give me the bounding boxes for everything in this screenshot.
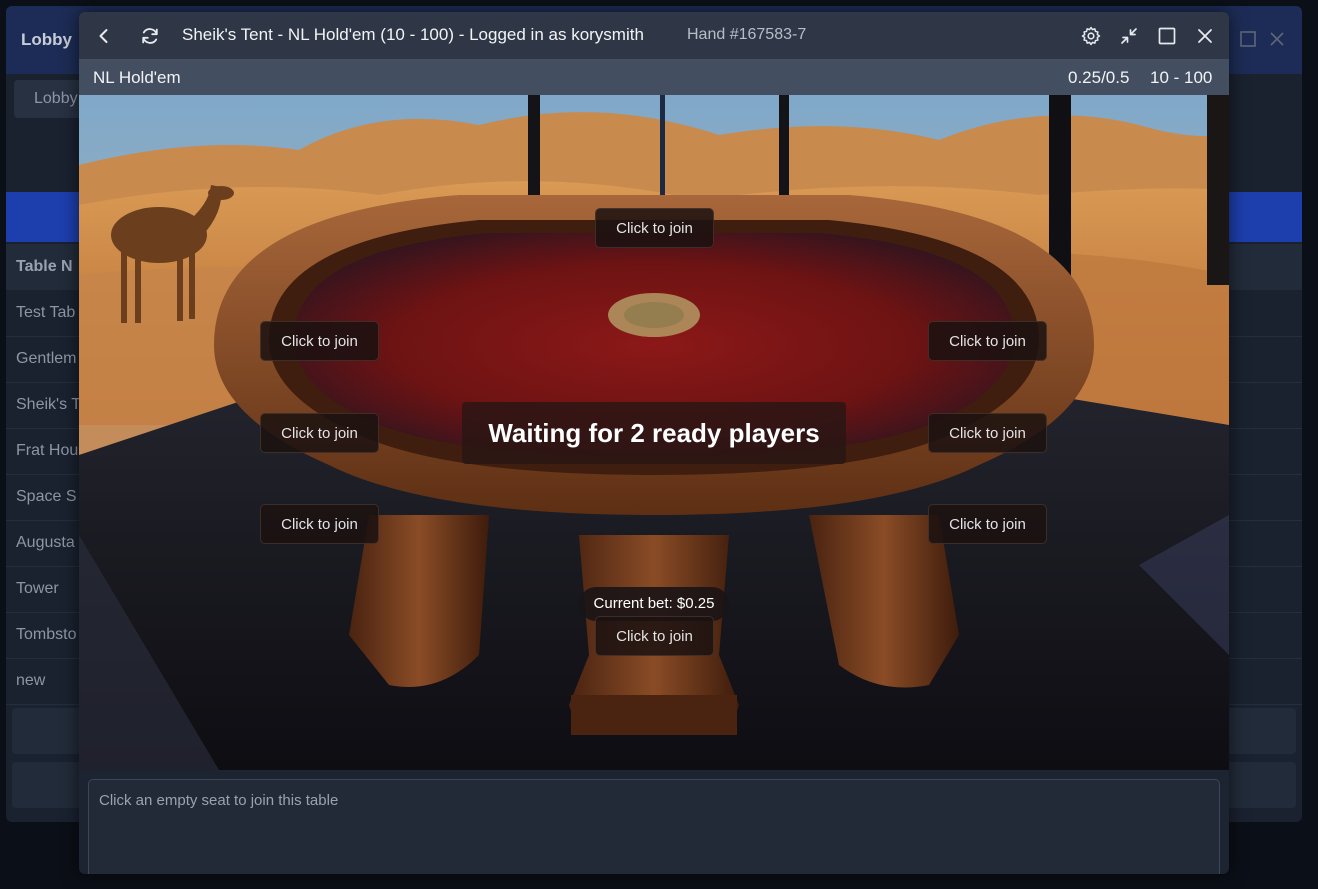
lobby-title: Lobby xyxy=(21,30,72,49)
chat-message-box[interactable]: Click an empty seat to join this table xyxy=(88,779,1220,874)
seat-join-button[interactable]: Click to join xyxy=(260,321,379,361)
table-row-name: Tombsto xyxy=(16,626,77,643)
table-row-name: Augusta xyxy=(16,534,75,551)
seat-join-button[interactable]: Click to join xyxy=(595,208,714,248)
table-row-name: Tower xyxy=(16,580,59,597)
seat-join-button[interactable]: Click to join xyxy=(928,321,1047,361)
table-window: Sheik's Tent - NL Hold'em (10 - 100) - L… xyxy=(79,12,1229,874)
maximize-icon[interactable] xyxy=(1156,25,1178,47)
table-row-name: Space S xyxy=(16,488,77,505)
poker-table-scene: Click to join Click to join Click to joi… xyxy=(79,95,1229,770)
seat-join-button[interactable]: Click to join xyxy=(260,504,379,544)
table-row-name: Gentlem xyxy=(16,350,77,367)
seat-join-button[interactable]: Click to join xyxy=(260,413,379,453)
table-row-name: new xyxy=(16,672,46,689)
refresh-icon[interactable] xyxy=(139,25,161,47)
game-type: NL Hold'em xyxy=(93,68,181,87)
blinds: 0.25/0.5 xyxy=(1068,68,1130,87)
seat-join-button[interactable]: Click to join xyxy=(928,504,1047,544)
collapse-icon[interactable] xyxy=(1118,25,1140,47)
seat-join-button[interactable]: Click to join xyxy=(595,616,714,656)
lobby-close-icon[interactable] xyxy=(1268,30,1286,53)
table-row-name: Sheik's T xyxy=(16,396,82,413)
lobby-maximize-icon[interactable] xyxy=(1239,30,1257,53)
back-icon[interactable] xyxy=(93,25,115,47)
table-row-name: Test Tab xyxy=(16,304,76,321)
table-status-message: Waiting for 2 ready players xyxy=(462,402,846,464)
window-titlebar: Sheik's Tent - NL Hold'em (10 - 100) - L… xyxy=(79,12,1229,59)
gear-icon[interactable] xyxy=(1080,25,1102,47)
game-info-bar: NL Hold'em 0.25/0.5 10 - 100 xyxy=(79,59,1229,95)
column-header-table-name: Table N xyxy=(16,258,73,275)
buy-in-range: 10 - 100 xyxy=(1150,68,1213,87)
chat-placeholder: Click an empty seat to join this table xyxy=(99,792,339,809)
window-title: Sheik's Tent - NL Hold'em (10 - 100) - L… xyxy=(182,25,644,44)
seat-join-button[interactable]: Click to join xyxy=(928,413,1047,453)
table-row-name: Frat Hou xyxy=(16,442,79,459)
close-icon[interactable] xyxy=(1194,25,1216,47)
hand-number: Hand #167583-7 xyxy=(687,26,807,43)
